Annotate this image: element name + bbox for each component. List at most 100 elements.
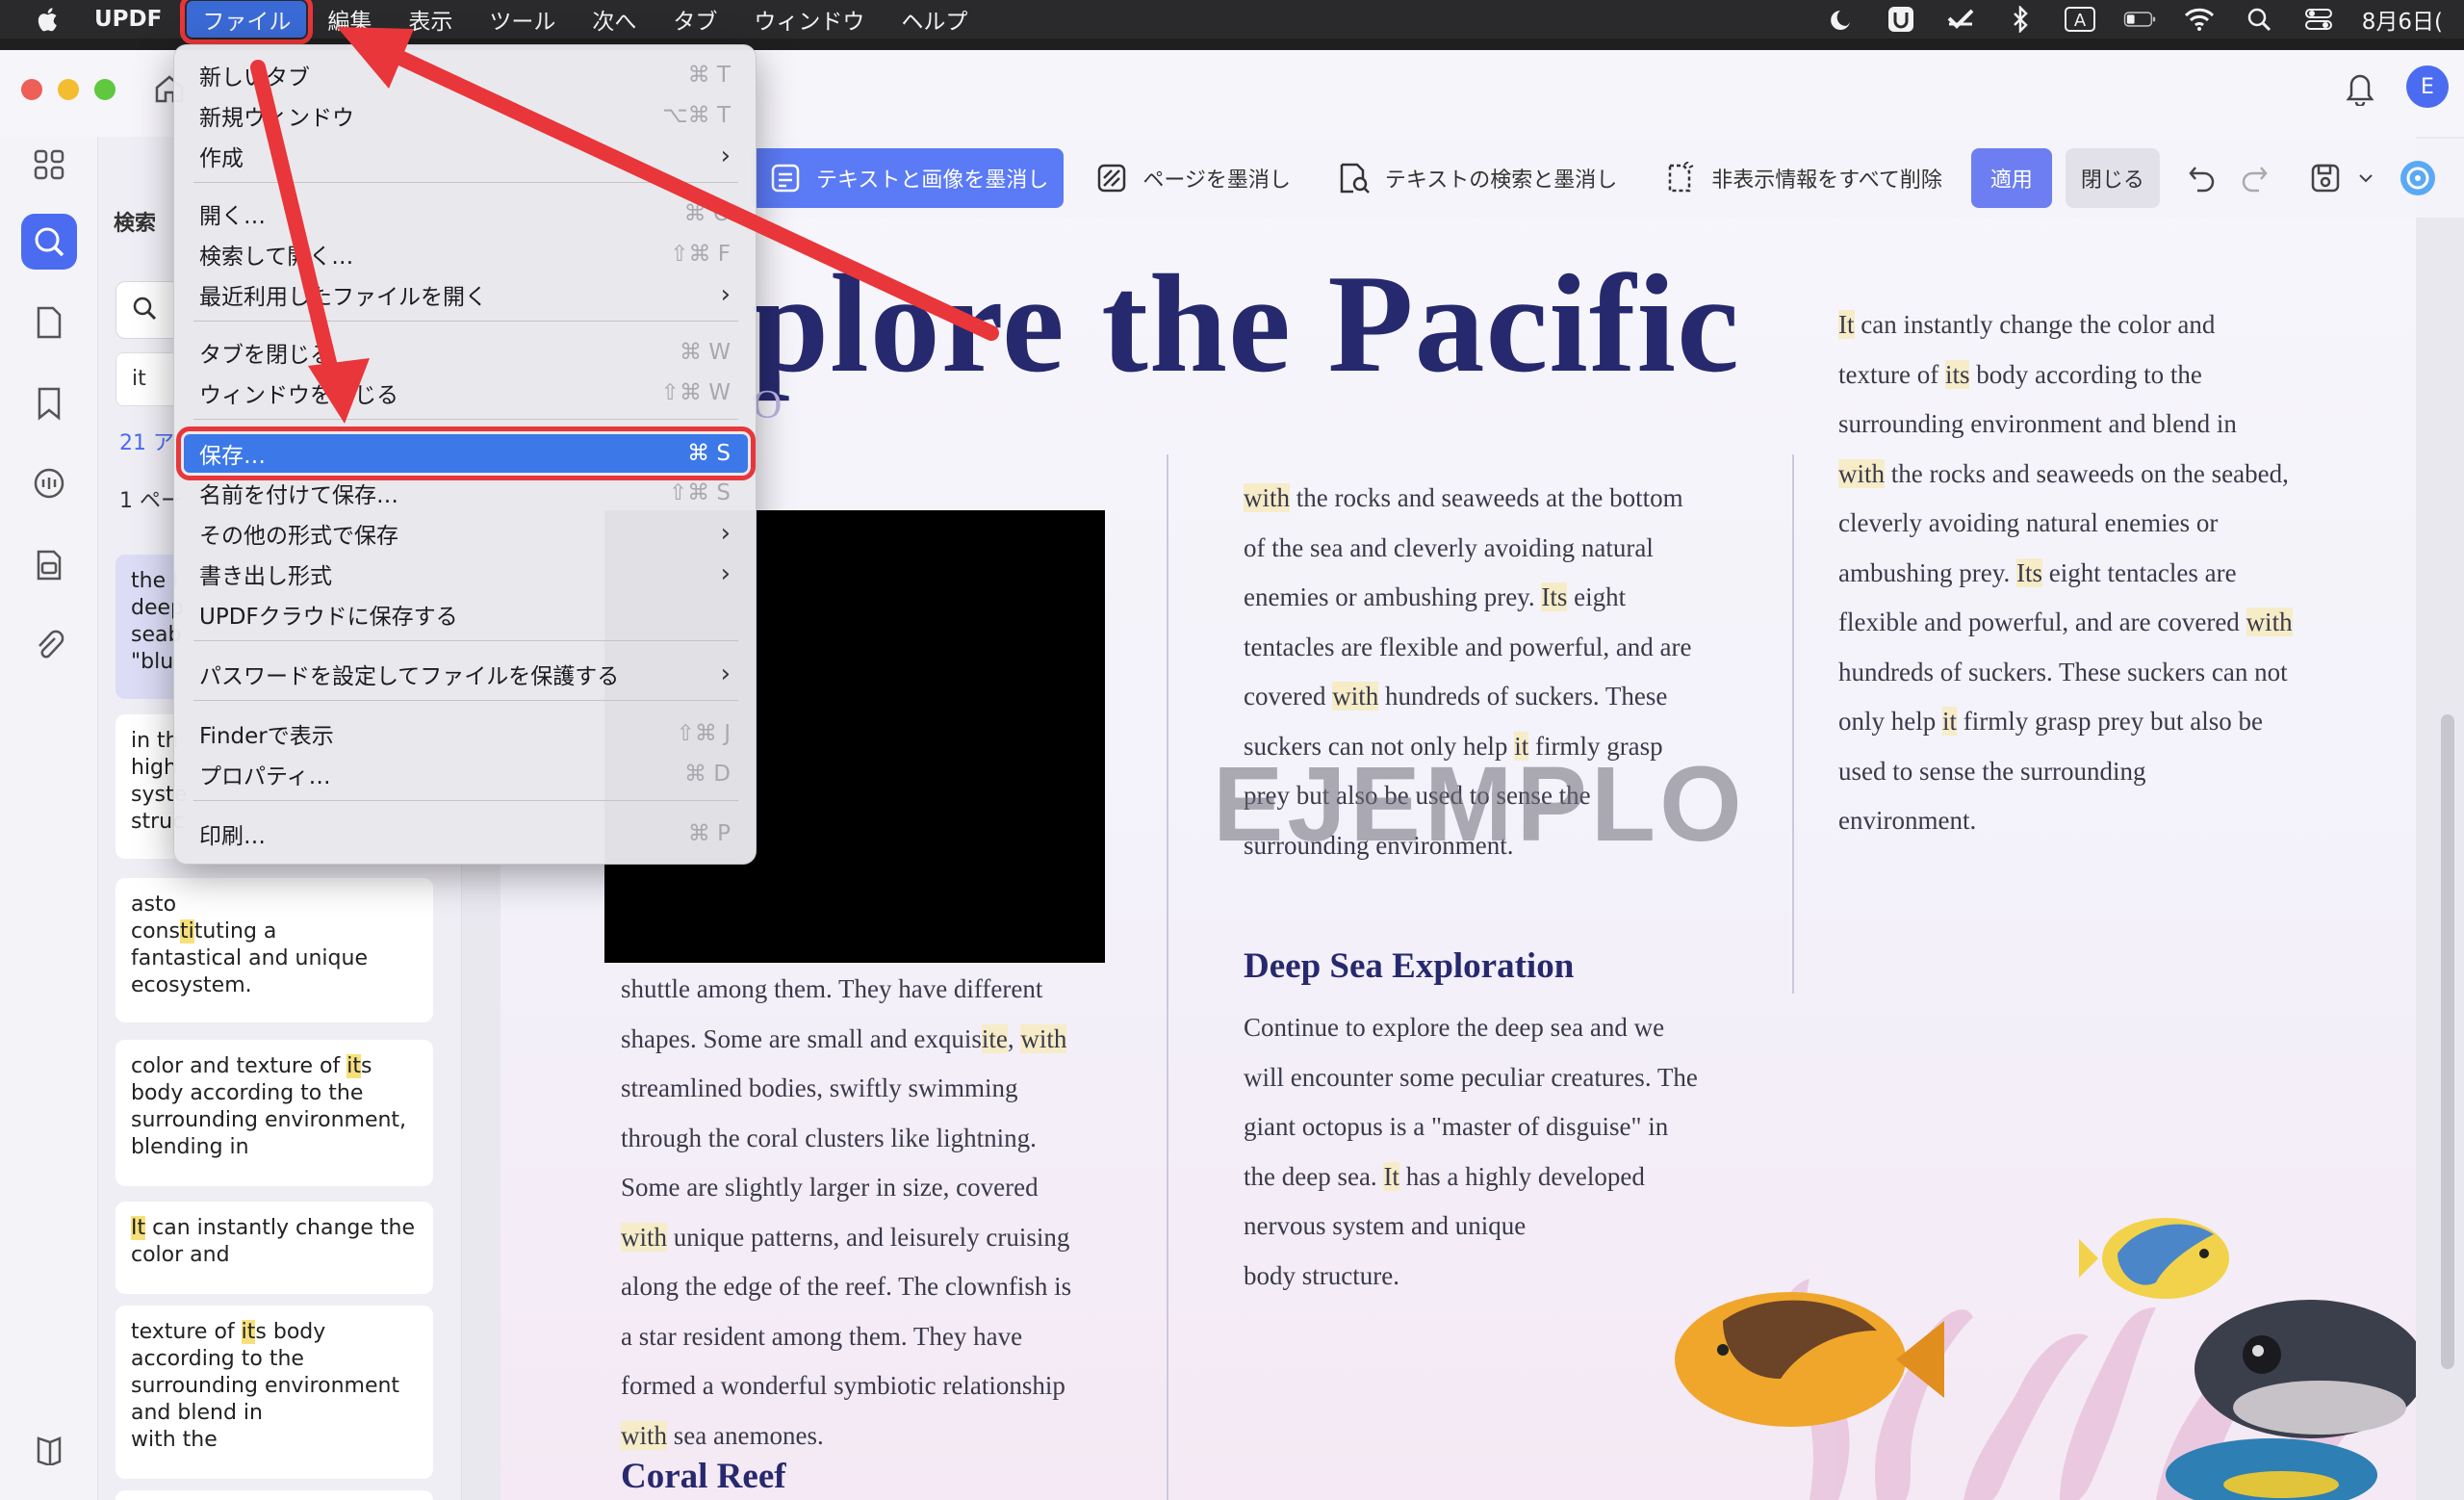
search-panel-title: 検索: [114, 212, 157, 236]
redact-text-image-button[interactable]: テキストと画像を墨消し: [751, 148, 1065, 208]
menu-separator: [193, 700, 738, 701]
document-subtitle-fragment: O: [753, 383, 783, 427]
input-method-icon[interactable]: A: [2064, 6, 2096, 33]
redaction-toolbar: テキストと画像を墨消し ページを墨消し テキストの検索と墨消し 非表示情報をすべ…: [751, 139, 2437, 218]
svg-text:A: A: [2074, 11, 2087, 31]
menu-go[interactable]: 次へ: [577, 1, 652, 38]
menu-item-save[interactable]: 保存… ⌘ S: [176, 427, 756, 480]
attachment-icon[interactable]: [21, 618, 77, 674]
search-result-item[interactable]: texture of its body according to the surr…: [116, 1306, 433, 1479]
layers-icon[interactable]: [21, 1421, 77, 1477]
menu-item-new-window[interactable]: 新規ウィンドウ ⌥⌘ T: [184, 97, 748, 134]
menu-item-protect-password[interactable]: パスワードを設定してファイルを保護する ›: [184, 656, 748, 692]
remove-hidden-icon: [1661, 159, 1700, 197]
menu-item-properties[interactable]: プロパティ… ⌘ D: [184, 756, 748, 792]
menu-item-open[interactable]: 開く… ⌘ O: [184, 195, 748, 232]
menu-separator: [193, 640, 738, 641]
watermark-text: EJEMPLO: [1213, 745, 1746, 864]
bookmark-icon[interactable]: [21, 375, 77, 431]
heading-coral-reef: Coral Reef: [621, 1457, 786, 1496]
menu-file[interactable]: ファイル: [180, 0, 314, 44]
menu-item-show-in-finder[interactable]: Finderで表示 ⇧⌘ J: [184, 715, 748, 752]
macos-menubar: UPDF ファイル 編集 表示 ツール 次へ タブ ウィンドウ ヘルプ A 8月…: [0, 0, 2464, 44]
body-column-1: shuttle among them. They have different …: [621, 974, 1072, 1450]
ai-assistant-icon[interactable]: [2399, 159, 2437, 197]
menu-item-save-as[interactable]: 名前を付けて保存… ⇧⌘ S: [184, 475, 748, 511]
menu-item-open-recent[interactable]: 最近利用したファイルを開く ›: [184, 276, 748, 313]
menu-item-save-to-cloud[interactable]: UPDFクラウドに保存する: [184, 596, 748, 633]
pdf-page: plore the Pacific O shuttle among them. …: [500, 137, 2416, 1500]
search-result-item[interactable]: with the rocks and: [116, 1490, 433, 1500]
updf-tray-icon[interactable]: [1885, 6, 1917, 33]
spotlight-icon[interactable]: [2243, 6, 2275, 33]
stamp-icon[interactable]: [21, 537, 77, 593]
notification-bell-icon[interactable]: [2343, 69, 2377, 110]
menu-item-close-tab[interactable]: タブを閉じる ⌘ W: [184, 334, 748, 371]
page-icon[interactable]: [21, 295, 77, 350]
redo-icon[interactable]: [2235, 159, 2273, 197]
wifi-icon[interactable]: [2183, 6, 2216, 33]
remove-hidden-info-button[interactable]: 非表示情報をすべて削除: [1646, 148, 1958, 208]
apply-redaction-button[interactable]: 適用: [1970, 148, 2052, 208]
search-result-item[interactable]: asto constituting a fantastical and uniq…: [116, 878, 433, 1022]
result-line-highlight: constituting a: [131, 919, 277, 944]
column-divider: [1792, 454, 1794, 994]
window-close-button[interactable]: [21, 79, 42, 100]
scrollbar-thumb[interactable]: [2441, 714, 2454, 1369]
menu-item-print[interactable]: 印刷… ⌘ P: [184, 815, 748, 852]
chevron-right-icon: ›: [720, 559, 731, 588]
undo-icon[interactable]: [2183, 159, 2221, 197]
menu-item-create[interactable]: 作成 ›: [184, 138, 748, 174]
menu-tools[interactable]: ツール: [474, 1, 571, 38]
bluetooth-icon[interactable]: [2004, 6, 2037, 33]
menu-item-search-open[interactable]: 検索して開く… ⇧⌘ F: [184, 236, 748, 272]
apple-icon[interactable]: [33, 6, 65, 33]
document-scrollbar[interactable]: [2441, 214, 2454, 1369]
menubar-date[interactable]: 8月6日(: [2362, 3, 2443, 36]
close-redaction-button[interactable]: 閉じる: [2065, 148, 2160, 208]
search-result-item[interactable]: color and texture of its body according …: [116, 1040, 433, 1186]
checkmark-icon[interactable]: [1944, 6, 1977, 33]
chevron-down-icon[interactable]: [2358, 169, 2374, 188]
chevron-right-icon: ›: [720, 280, 731, 309]
menu-item-close-window[interactable]: ウィンドウを閉じる ⇧⌘ W: [184, 375, 748, 411]
menu-separator: [193, 321, 738, 322]
battery-icon[interactable]: [2123, 6, 2156, 33]
column-divider: [1167, 454, 1168, 1500]
chevron-right-icon: ›: [720, 142, 731, 170]
find-and-redact-button[interactable]: テキストの検索と墨消し: [1320, 148, 1632, 208]
search-tool-icon[interactable]: [21, 214, 77, 270]
menu-tab[interactable]: タブ: [657, 1, 732, 38]
control-center-icon[interactable]: [2302, 6, 2335, 33]
menubar-status-area: A 8月6日(: [1825, 0, 2464, 39]
moon-icon[interactable]: [1825, 6, 1858, 33]
document-viewport: plore the Pacific O shuttle among them. …: [462, 137, 2464, 1500]
redact-page-icon: [1092, 159, 1131, 197]
file-dropdown-menu: 新しいタブ ⌘ T 新規ウィンドウ ⌥⌘ T 作成 › 開く… ⌘ O 検索して開く… ⇧…: [173, 44, 757, 865]
menu-item-save-other-format[interactable]: その他の形式で保存 ›: [184, 515, 748, 552]
document-title: plore the Pacific: [751, 246, 1740, 401]
menu-window[interactable]: ウィンドウ: [738, 1, 880, 38]
save-icon[interactable]: [2306, 159, 2345, 197]
menu-separator: [193, 800, 738, 801]
window-minimize-button[interactable]: [58, 79, 79, 100]
menu-item-new-tab[interactable]: 新しいタブ ⌘ T: [184, 57, 748, 93]
menu-edit[interactable]: 編集: [312, 1, 387, 38]
window-zoom-button[interactable]: [94, 79, 116, 100]
menu-item-export[interactable]: 書き出し形式 ›: [184, 556, 748, 592]
menu-help[interactable]: ヘルプ: [886, 1, 983, 38]
coral-and-fish-illustration: [1675, 1218, 2416, 1500]
find-redact-icon: [1335, 159, 1373, 197]
redact-area-icon: [766, 159, 805, 197]
search-result-item[interactable]: It can instantly change the color and: [116, 1202, 433, 1294]
comment-icon[interactable]: [21, 456, 77, 512]
chevron-right-icon: ›: [720, 519, 731, 548]
menu-separator: [193, 419, 738, 420]
menu-view[interactable]: 表示: [393, 1, 468, 38]
search-icon: [132, 296, 157, 324]
redact-page-button[interactable]: ページを墨消し: [1077, 148, 1306, 208]
app-name-menu[interactable]: UPDF: [94, 7, 162, 32]
menu-separator: [193, 182, 738, 183]
user-avatar[interactable]: E: [2406, 65, 2449, 108]
thumbnails-icon[interactable]: [21, 137, 77, 193]
